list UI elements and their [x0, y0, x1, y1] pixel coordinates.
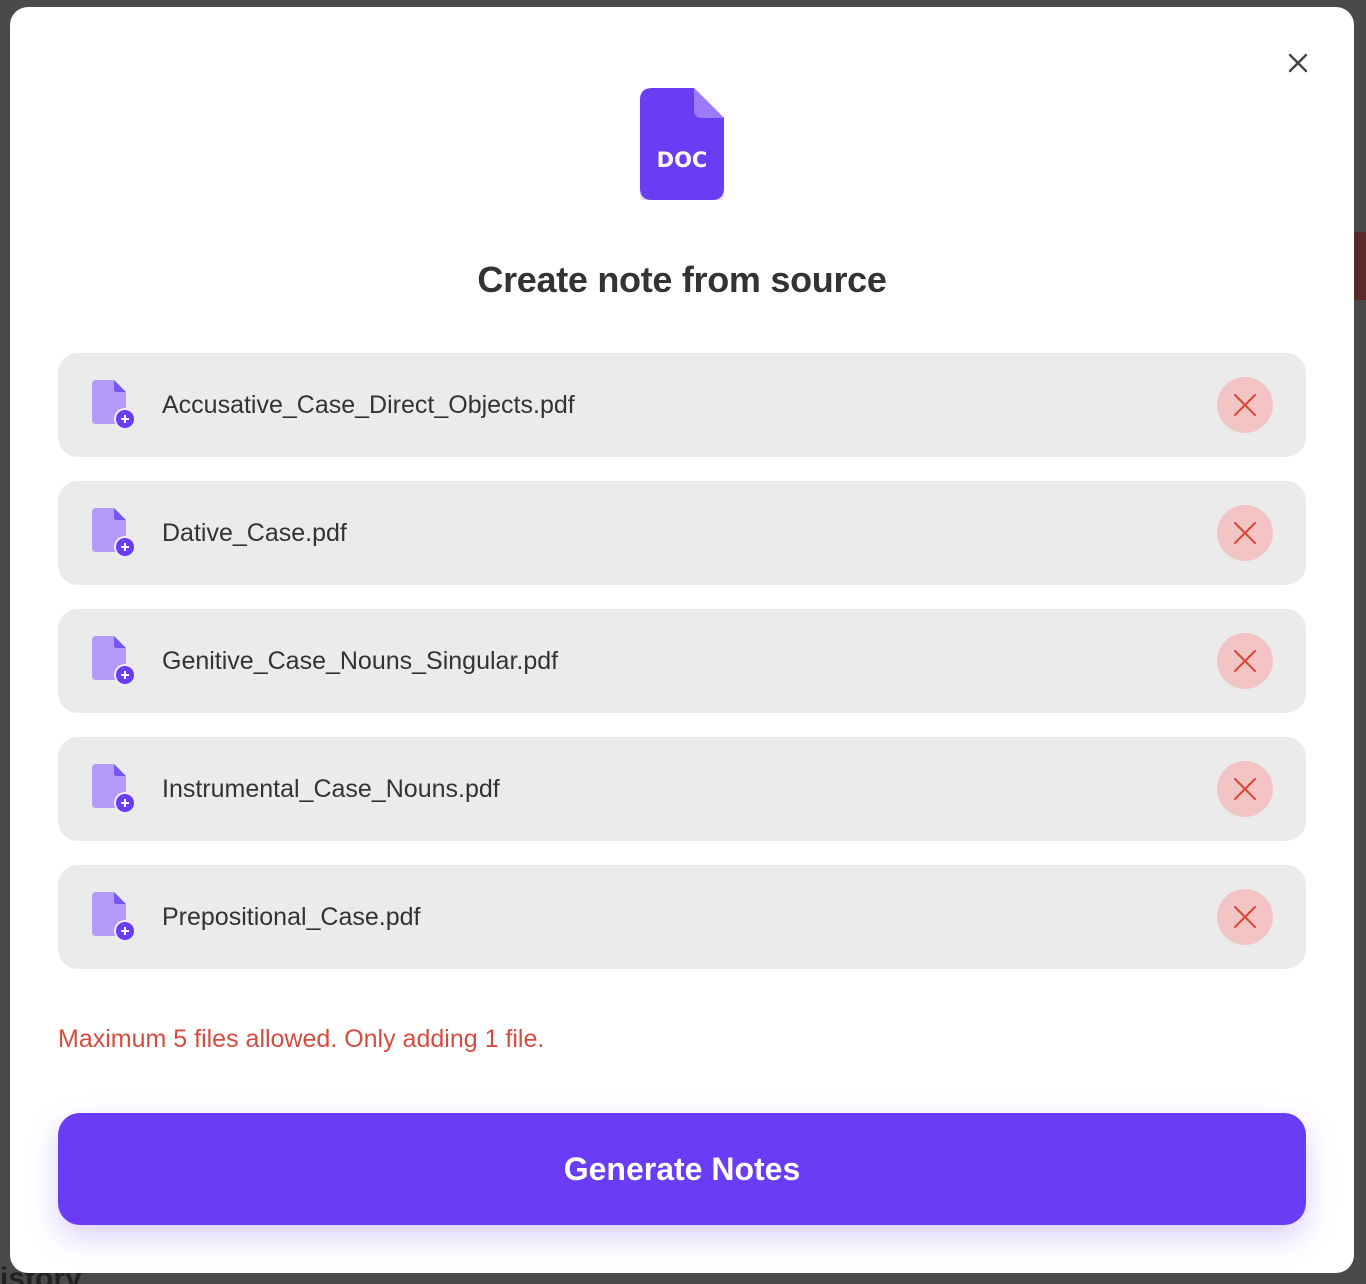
remove-x-icon: [1233, 905, 1257, 929]
file-row: Accusative_Case_Direct_Objects.pdf: [58, 353, 1306, 457]
generate-notes-button[interactable]: Generate Notes: [58, 1113, 1306, 1225]
remove-file-button[interactable]: [1217, 889, 1273, 945]
doc-file-icon: DOC: [640, 88, 724, 200]
file-row: Dative_Case.pdf: [58, 481, 1306, 585]
background-element: [1354, 232, 1366, 300]
close-icon: [1288, 53, 1308, 73]
file-add-icon: [92, 764, 136, 814]
remove-file-button[interactable]: [1217, 505, 1273, 561]
remove-file-button[interactable]: [1217, 633, 1273, 689]
file-name: Genitive_Case_Nouns_Singular.pdf: [162, 647, 559, 675]
create-note-modal: DOC Create note from source Accusative_C…: [10, 7, 1354, 1273]
file-add-icon: [92, 380, 136, 430]
modal-title: Create note from source: [477, 259, 887, 300]
remove-x-icon: [1233, 649, 1257, 673]
doc-icon-label: DOC: [657, 148, 708, 172]
remove-x-icon: [1233, 521, 1257, 545]
remove-file-button[interactable]: [1217, 761, 1273, 817]
file-name: Prepositional_Case.pdf: [162, 903, 421, 931]
remove-file-button[interactable]: [1217, 377, 1273, 433]
file-add-icon: [92, 508, 136, 558]
file-list: Accusative_Case_Direct_Objects.pdf Dativ…: [58, 353, 1306, 993]
file-limit-error: Maximum 5 files allowed. Only adding 1 f…: [58, 1025, 545, 1053]
file-row: Instrumental_Case_Nouns.pdf: [58, 737, 1306, 841]
file-row: Genitive_Case_Nouns_Singular.pdf: [58, 609, 1306, 713]
close-button[interactable]: [1282, 47, 1314, 79]
remove-x-icon: [1233, 777, 1257, 801]
file-row: Prepositional_Case.pdf: [58, 865, 1306, 969]
file-name: Dative_Case.pdf: [162, 519, 347, 547]
remove-x-icon: [1233, 393, 1257, 417]
file-name: Instrumental_Case_Nouns.pdf: [162, 775, 500, 803]
file-add-icon: [92, 636, 136, 686]
file-name: Accusative_Case_Direct_Objects.pdf: [162, 391, 575, 419]
file-add-icon: [92, 892, 136, 942]
